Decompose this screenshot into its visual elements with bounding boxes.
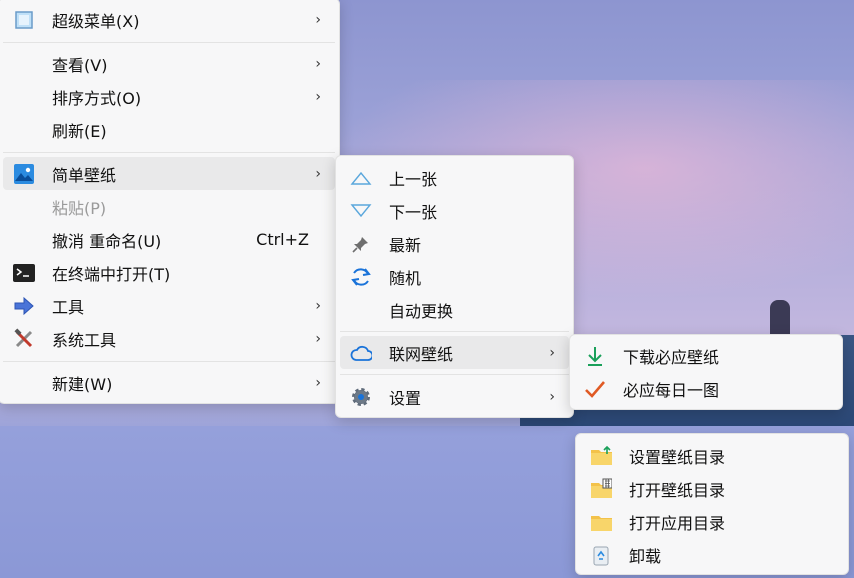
menu-item-simple-wallpaper[interactable]: 简单壁纸 ›: [3, 157, 335, 190]
settings-submenu: 设置壁纸目录 打开壁纸目录 打开应用目录 卸载: [575, 433, 849, 575]
arrow-right-icon: [13, 295, 35, 317]
menu-item-uninstall[interactable]: 卸载: [580, 538, 844, 571]
checkmark-icon: [584, 378, 606, 400]
refresh-icon: [350, 266, 372, 288]
menu-item-label: 新建(W): [52, 374, 113, 394]
menu-item-label: 工具: [52, 297, 85, 317]
menu-item-settings[interactable]: 设置 ›: [340, 380, 569, 413]
folder-icon: [590, 511, 612, 533]
menu-item-label: 撤消 重命名(U): [52, 231, 162, 251]
folder-up-icon: [590, 445, 612, 467]
menu-item-latest[interactable]: 最新: [340, 227, 569, 260]
menu-item-open-app-dir[interactable]: 打开应用目录: [580, 505, 844, 538]
menu-item-previous[interactable]: 上一张: [340, 161, 569, 194]
menu-item-super-menu[interactable]: 超级菜单(X) ›: [3, 3, 335, 36]
menu-item-label: 设置: [389, 388, 422, 408]
menu-item-label: 在终端中打开(T): [52, 264, 171, 284]
menu-item-label: 自动更换: [389, 301, 454, 321]
menu-item-download-bing[interactable]: 下载必应壁纸: [574, 339, 838, 372]
menu-item-label: 上一张: [389, 169, 438, 189]
menu-item-label: 查看(V): [52, 55, 108, 75]
download-icon: [584, 345, 606, 367]
menu-item-label: 设置壁纸目录: [629, 447, 726, 467]
menu-item-sort[interactable]: 排序方式(O) ›: [3, 80, 335, 113]
menu-item-tools[interactable]: 工具 ›: [3, 289, 335, 322]
chevron-right-icon: ›: [315, 330, 321, 347]
menu-item-label: 打开应用目录: [629, 513, 726, 533]
cloud-icon: [350, 342, 372, 364]
separator: [340, 374, 569, 375]
super-menu-icon: [13, 9, 35, 31]
terminal-icon: [13, 262, 35, 284]
chevron-right-icon: ›: [315, 88, 321, 105]
menu-item-next[interactable]: 下一张: [340, 194, 569, 227]
menu-item-set-wallpaper-dir[interactable]: 设置壁纸目录: [580, 439, 844, 472]
online-wallpaper-submenu: 下载必应壁纸 必应每日一图: [569, 334, 843, 410]
menu-item-label: 联网壁纸: [389, 344, 454, 364]
chevron-right-icon: ›: [315, 297, 321, 314]
separator: [3, 361, 335, 362]
chevron-right-icon: ›: [315, 374, 321, 391]
separator: [3, 42, 335, 43]
recycle-icon: [590, 544, 612, 566]
menu-item-bing-daily[interactable]: 必应每日一图: [574, 372, 838, 405]
menu-item-label: 打开壁纸目录: [629, 480, 726, 500]
menu-item-new[interactable]: 新建(W) ›: [3, 366, 335, 399]
menu-item-label: 卸载: [629, 546, 662, 566]
chevron-right-icon: ›: [549, 344, 555, 361]
folder-grid-icon: [590, 478, 612, 500]
pin-icon: [350, 233, 372, 255]
menu-item-refresh[interactable]: 刷新(E): [3, 113, 335, 146]
menu-item-label: 超级菜单(X): [52, 11, 140, 31]
menu-item-view[interactable]: 查看(V) ›: [3, 47, 335, 80]
menu-item-label: 必应每日一图: [623, 380, 720, 400]
menu-item-open-wallpaper-dir[interactable]: 打开壁纸目录: [580, 472, 844, 505]
desktop-context-menu: 超级菜单(X) › 查看(V) › 排序方式(O) › 刷新(E) 简单壁纸 ›…: [0, 0, 340, 404]
menu-item-label: 系统工具: [52, 330, 117, 350]
menu-item-label: 排序方式(O): [52, 88, 142, 108]
wallpaper-submenu: 上一张 下一张 最新 随机 自动更换 联网壁纸 › 设置 ›: [335, 155, 574, 418]
menu-item-online-wallpaper[interactable]: 联网壁纸 ›: [340, 336, 569, 369]
menu-item-system-tools[interactable]: 系统工具 ›: [3, 322, 335, 355]
menu-item-label: 粘贴(P): [52, 198, 107, 218]
menu-item-label: 最新: [389, 235, 422, 255]
triangle-down-icon: [350, 200, 372, 222]
triangle-up-icon: [350, 167, 372, 189]
shortcut-label: Ctrl+Z: [256, 230, 309, 249]
menu-item-undo-rename[interactable]: 撤消 重命名(U) Ctrl+Z: [3, 223, 335, 256]
chevron-right-icon: ›: [315, 11, 321, 28]
menu-item-label: 刷新(E): [52, 121, 107, 141]
separator: [340, 331, 569, 332]
tools-icon: [13, 327, 35, 350]
menu-item-label: 简单壁纸: [52, 165, 117, 185]
chevron-right-icon: ›: [315, 55, 321, 72]
menu-item-paste[interactable]: 粘贴(P): [3, 190, 335, 223]
menu-item-open-terminal[interactable]: 在终端中打开(T): [3, 256, 335, 289]
picture-icon: [13, 163, 35, 185]
menu-item-label: 下一张: [389, 202, 438, 222]
chevron-right-icon: ›: [549, 388, 555, 405]
chevron-right-icon: ›: [315, 165, 321, 182]
menu-item-random[interactable]: 随机: [340, 260, 569, 293]
menu-item-label: 随机: [389, 268, 422, 288]
separator: [3, 152, 335, 153]
gear-icon: [350, 386, 372, 408]
menu-item-label: 下载必应壁纸: [623, 347, 720, 367]
menu-item-auto-change[interactable]: 自动更换: [340, 293, 569, 326]
